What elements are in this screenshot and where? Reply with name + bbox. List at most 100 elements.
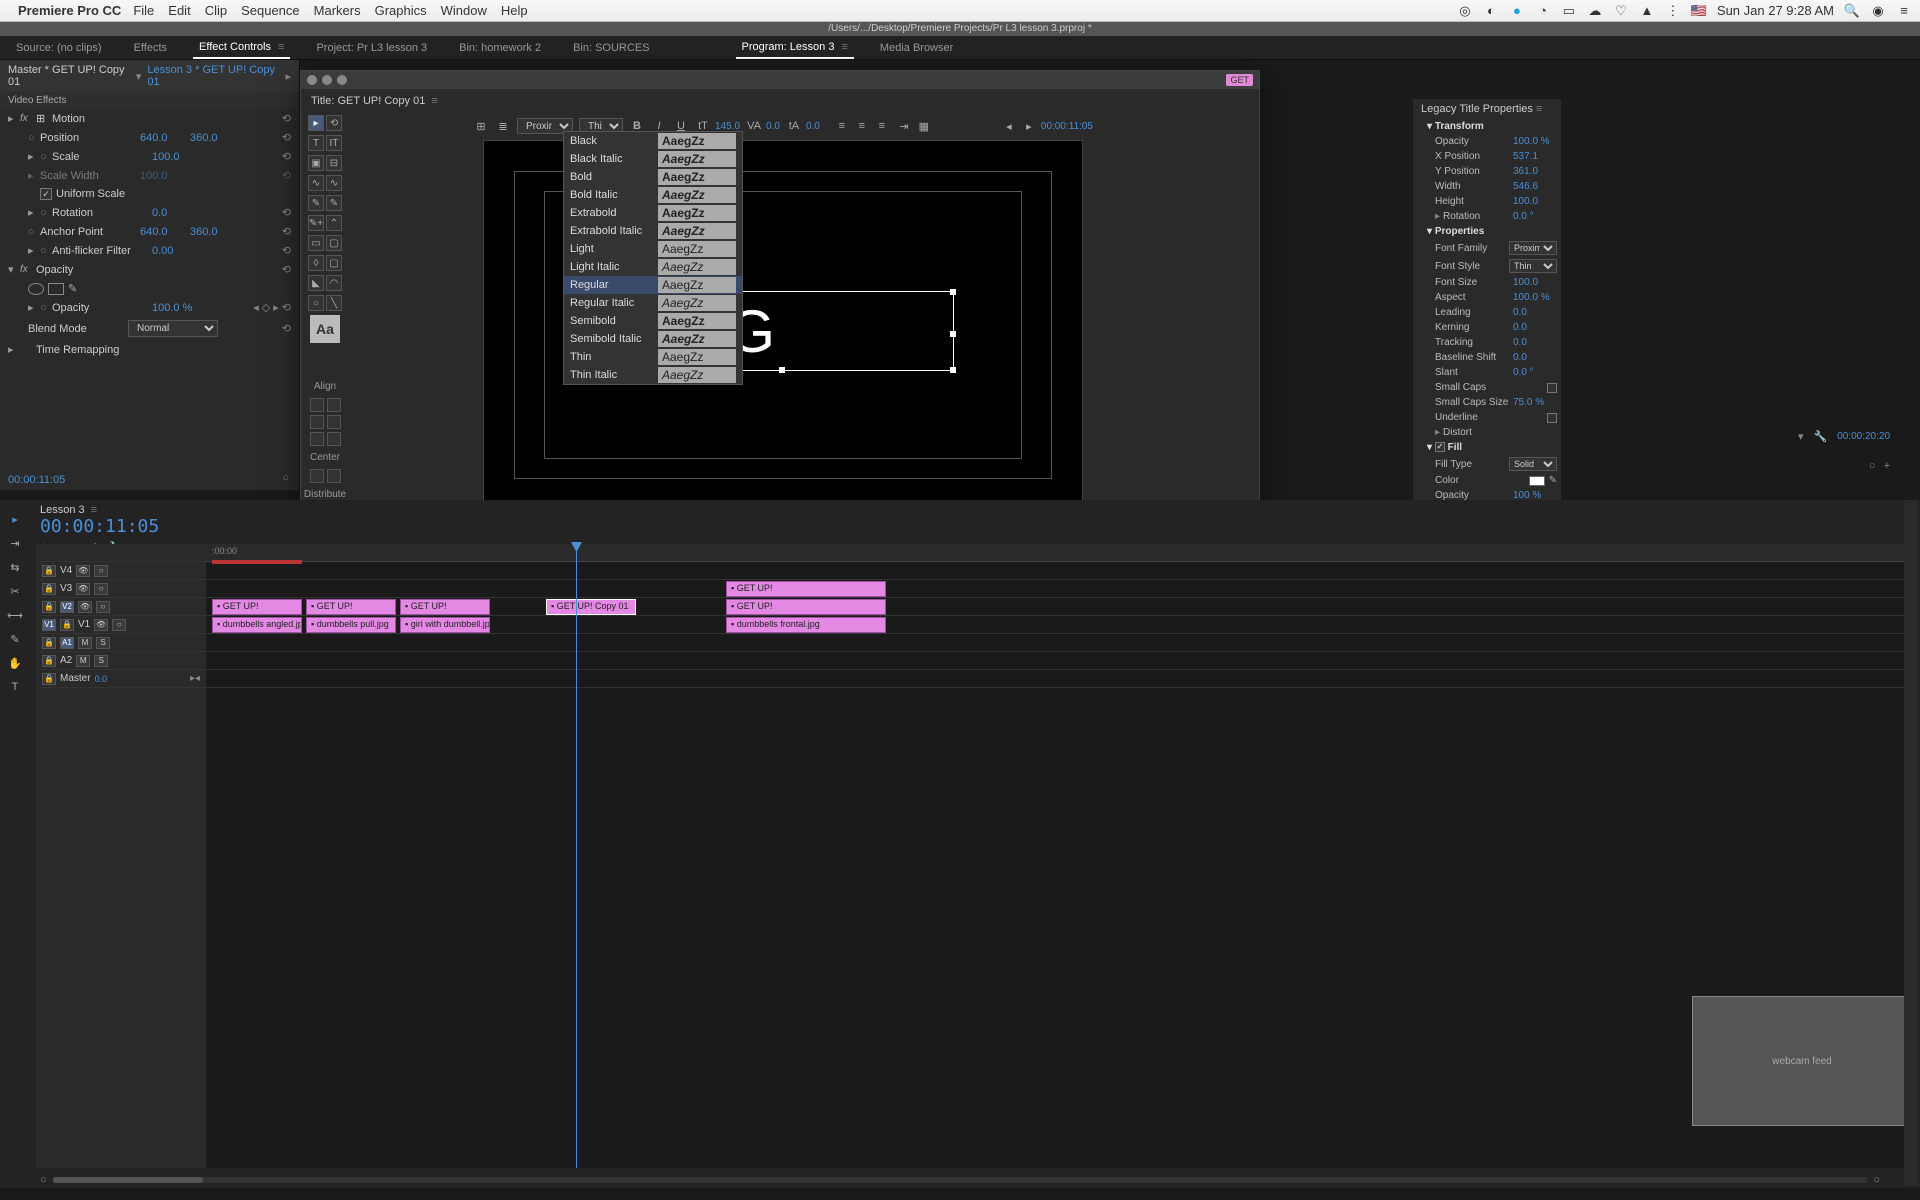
prop-opacity[interactable]: 100.0 %	[1513, 136, 1557, 147]
v1-sync[interactable]: ○	[112, 619, 126, 631]
prop-width[interactable]: 546.6	[1513, 181, 1557, 192]
a2-lock[interactable]: 🔒	[42, 655, 56, 667]
program-btn-1[interactable]: ○	[1869, 460, 1876, 472]
transform-section[interactable]: ▾ Transform	[1413, 119, 1561, 134]
sequence-name[interactable]: Lesson 3	[40, 504, 85, 516]
prop-font-family[interactable]: Proxima...	[1509, 241, 1557, 255]
track-row-a2[interactable]	[206, 652, 1910, 670]
tl-track-select-tool[interactable]: ⇥	[6, 534, 24, 552]
timeline-clip[interactable]: ▪ GET UP!	[212, 599, 302, 615]
align-right-icon[interactable]: ≡	[874, 118, 890, 134]
status-icon-2[interactable]: ◐	[1483, 3, 1499, 19]
time-remapping-label[interactable]: Time Remapping	[36, 344, 136, 356]
center-h[interactable]	[310, 469, 324, 483]
prop-kerning[interactable]: 0.0	[1513, 322, 1557, 333]
rotation-value[interactable]: 0.0	[152, 207, 202, 219]
tab-stops-icon[interactable]: ⇥	[896, 118, 912, 134]
track-row-v1[interactable]: ▪ dumbbells angled.jpg▪ dumbbells pull.j…	[206, 616, 1910, 634]
prop-font-size[interactable]: 100.0	[1513, 277, 1557, 288]
v1-toggle[interactable]: 👁	[94, 619, 108, 631]
anchor-y[interactable]: 360.0	[190, 226, 240, 238]
title-window-chrome[interactable]: GET	[301, 71, 1259, 89]
tl-ripple-tool[interactable]: ⇆	[6, 558, 24, 576]
flag-icon[interactable]: 🇺🇸	[1691, 3, 1707, 19]
uniform-scale-checkbox[interactable]	[40, 188, 52, 200]
a2-mute[interactable]: M	[76, 655, 90, 667]
track-a1[interactable]: A1	[60, 637, 74, 649]
timeline-clip[interactable]: ▪ GET UP!	[726, 581, 886, 597]
blendmode-select[interactable]: Normal	[128, 320, 218, 337]
v3-toggle[interactable]: 👁	[76, 583, 90, 595]
align-h-center[interactable]	[310, 415, 324, 429]
handle-rc[interactable]	[950, 331, 956, 337]
fill-color-swatch[interactable]	[1529, 476, 1545, 486]
tl-hand-tool[interactable]: ✋	[6, 654, 24, 672]
v1-lock[interactable]: 🔒	[60, 619, 74, 631]
menu-sequence[interactable]: Sequence	[241, 3, 300, 18]
prop-baseline[interactable]: 0.0	[1513, 352, 1557, 363]
menu-markers[interactable]: Markers	[314, 3, 361, 18]
timeline-clip[interactable]: ▪ dumbbells frontal.jpg	[726, 617, 886, 633]
wifi-icon[interactable]: ⋮	[1665, 3, 1681, 19]
siri-icon[interactable]: ◉	[1870, 3, 1886, 19]
font-style-option-light[interactable]: LightAaegZz	[564, 240, 742, 258]
fill-enable-check[interactable]	[1435, 442, 1445, 452]
v3-lock[interactable]: 🔒	[42, 583, 56, 595]
mask-pen-icon[interactable]: ✎	[68, 282, 77, 295]
fill-section[interactable]: ▾ Fill	[1413, 440, 1561, 455]
prop-height[interactable]: 100.0	[1513, 196, 1557, 207]
prop-xpos[interactable]: 537.1	[1513, 151, 1557, 162]
align-h-right[interactable]	[310, 432, 324, 446]
menu-clip[interactable]: Clip	[205, 3, 227, 18]
align-v-center[interactable]	[327, 415, 341, 429]
font-style-option-thin-italic[interactable]: Thin ItalicAaegZz	[564, 366, 742, 384]
flicker-value[interactable]: 0.00	[152, 245, 202, 257]
prop-tracking[interactable]: 0.0	[1513, 337, 1557, 348]
track-a2[interactable]: A2	[60, 655, 72, 666]
font-style-option-regular[interactable]: RegularAaegZz	[564, 276, 742, 294]
leading-value[interactable]: 0.0	[806, 121, 820, 132]
add-anchor-tool[interactable]: ✎+	[308, 215, 324, 231]
arc-tool[interactable]: ◠	[326, 275, 342, 291]
pen-tool[interactable]: ✎	[308, 195, 324, 211]
tab-media-browser[interactable]: Media Browser	[874, 38, 959, 58]
v4-toggle[interactable]: 👁	[76, 565, 90, 577]
status-icon-6[interactable]: ☁	[1587, 3, 1603, 19]
font-style-option-light-italic[interactable]: Light ItalicAaegZz	[564, 258, 742, 276]
prop-smallcaps-size[interactable]: 75.0 %	[1513, 397, 1557, 408]
status-icon-8[interactable]: ▲	[1639, 3, 1655, 19]
handle-br[interactable]	[950, 367, 956, 373]
timeline-clip[interactable]: ▪ dumbbells pull.jpg	[306, 617, 396, 633]
prop-leading[interactable]: 0.0	[1513, 307, 1557, 318]
line-tool[interactable]: ╲	[326, 295, 342, 311]
vertical-area-tool[interactable]: ⊟	[326, 155, 342, 171]
timeline-clip[interactable]: ▪ GET UP!	[726, 599, 886, 615]
font-style-option-bold-italic[interactable]: Bold ItalicAaegZz	[564, 186, 742, 204]
track-row-master[interactable]	[206, 670, 1910, 688]
show-video-icon[interactable]: ▦	[916, 118, 932, 134]
a1-lock[interactable]: 🔒	[42, 637, 56, 649]
rotate-tool[interactable]: ⟲	[326, 115, 342, 131]
a1-mute[interactable]: M	[78, 637, 92, 649]
tab-source[interactable]: Source: (no clips)	[10, 38, 108, 58]
minimize-window-icon[interactable]	[322, 75, 332, 85]
prop-smallcaps-check[interactable]	[1547, 383, 1557, 393]
v4-sync[interactable]: ○	[94, 565, 108, 577]
align-v-top[interactable]	[327, 398, 341, 412]
playhead[interactable]	[576, 544, 577, 1168]
timeline-clip[interactable]: ▪ GET UP! Copy 01	[546, 599, 636, 615]
opacity-effect-label[interactable]: Opacity	[36, 264, 136, 276]
program-menu-icon[interactable]: ▾	[1798, 430, 1804, 443]
tab-project[interactable]: Project: Pr L3 lesson 3	[310, 38, 433, 58]
templates-icon[interactable]: ⊞	[473, 118, 489, 134]
a1-solo[interactable]: S	[96, 637, 110, 649]
v1-source[interactable]: V1	[42, 619, 56, 631]
menu-file[interactable]: File	[133, 3, 154, 18]
prev-frame-icon[interactable]: ◂	[1001, 118, 1017, 134]
area-type-tool[interactable]: ▣	[308, 155, 324, 171]
menubar-clock[interactable]: Sun Jan 27 9:28 AM	[1717, 3, 1834, 18]
status-icon-5[interactable]: ▭	[1561, 3, 1577, 19]
menu-edit[interactable]: Edit	[168, 3, 190, 18]
handle-bc[interactable]	[779, 367, 785, 373]
tab-effects[interactable]: Effects	[128, 38, 173, 58]
